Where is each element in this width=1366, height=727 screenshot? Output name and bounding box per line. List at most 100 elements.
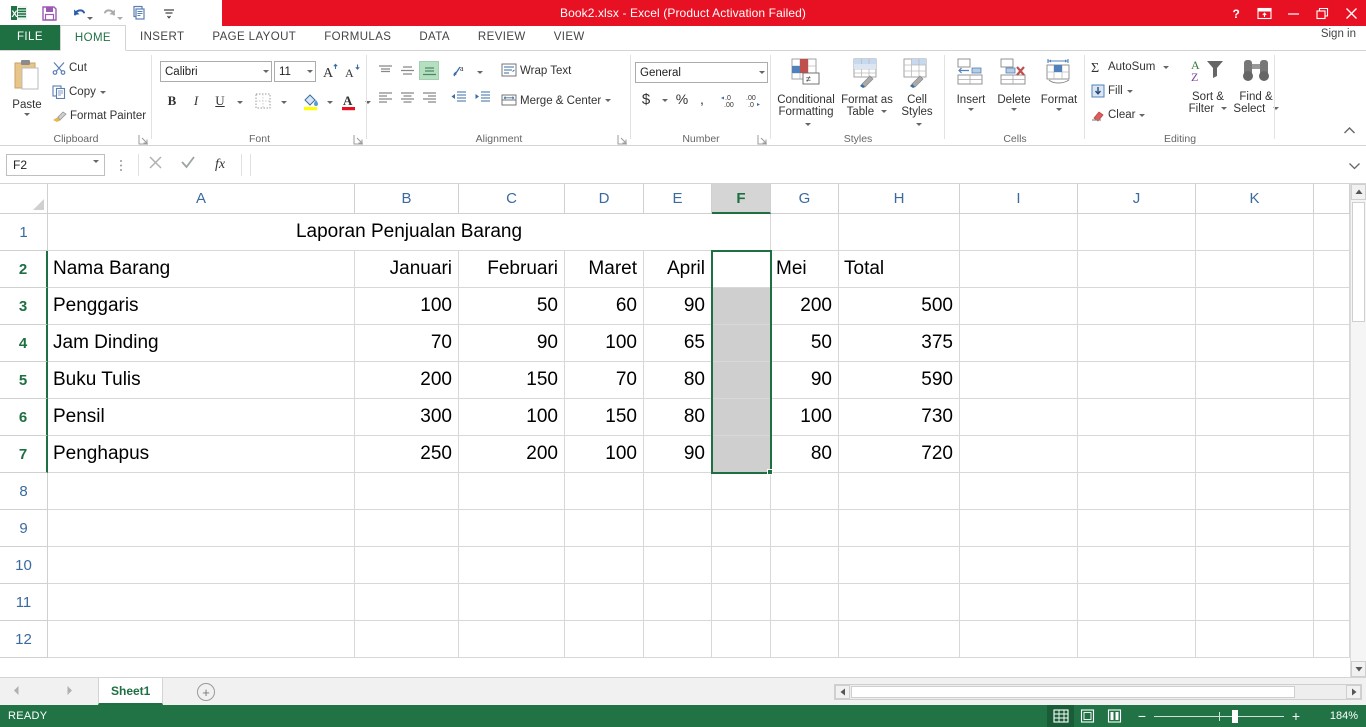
row-header-3[interactable]: 3: [0, 288, 48, 325]
cell-C7[interactable]: 200: [459, 436, 565, 473]
borders-button[interactable]: [252, 91, 274, 111]
wrap-text-button[interactable]: Wrap Text: [501, 63, 571, 78]
cell-E11[interactable]: [644, 584, 712, 621]
format-painter-button[interactable]: Format Painter: [52, 109, 146, 123]
sort-filter-caret[interactable]: [1221, 107, 1227, 110]
column-header-partial[interactable]: [1314, 184, 1350, 214]
cell-B5[interactable]: 200: [355, 362, 459, 399]
insert-function-icon[interactable]: fx: [214, 155, 232, 176]
cell-B8[interactable]: [355, 473, 459, 510]
cell-G5[interactable]: 90: [771, 362, 839, 399]
normal-view-button[interactable]: [1047, 705, 1074, 727]
cell-J2[interactable]: [1078, 251, 1196, 288]
cell-F9[interactable]: [712, 510, 771, 547]
quick-print-icon[interactable]: [124, 1, 154, 25]
cell-D3[interactable]: 60: [565, 288, 644, 325]
cell-L4[interactable]: [1314, 325, 1350, 362]
cell-L10[interactable]: [1314, 547, 1350, 584]
cell-E5[interactable]: 80: [644, 362, 712, 399]
align-left-button[interactable]: [375, 87, 395, 106]
row-header-2[interactable]: 2: [0, 251, 48, 288]
cell-J8[interactable]: [1078, 473, 1196, 510]
cell-B11[interactable]: [355, 584, 459, 621]
cell-F2[interactable]: [712, 251, 771, 288]
cell-H1[interactable]: [839, 214, 960, 251]
cell-F3[interactable]: [712, 288, 771, 325]
cell-F4[interactable]: [712, 325, 771, 362]
row-header-6[interactable]: 6: [0, 399, 48, 436]
row-header-11[interactable]: 11: [0, 584, 48, 621]
tab-page-layout[interactable]: PAGE LAYOUT: [198, 25, 310, 50]
tab-view[interactable]: VIEW: [540, 25, 599, 50]
tab-data[interactable]: DATA: [405, 25, 464, 50]
cell-H5[interactable]: 590: [839, 362, 960, 399]
cell-D10[interactable]: [565, 547, 644, 584]
cell-A4[interactable]: Jam Dinding: [48, 325, 355, 362]
fill-handle[interactable]: [767, 469, 773, 475]
cell-G12[interactable]: [771, 621, 839, 658]
scroll-up-icon[interactable]: [1351, 184, 1366, 200]
cell-B10[interactable]: [355, 547, 459, 584]
cell-L6[interactable]: [1314, 399, 1350, 436]
cell-I9[interactable]: [960, 510, 1078, 547]
borders-dropdown-caret[interactable]: [276, 96, 288, 108]
cell-E3[interactable]: 90: [644, 288, 712, 325]
cell-L2[interactable]: [1314, 251, 1350, 288]
cell-F5[interactable]: [712, 362, 771, 399]
font-color-button[interactable]: A: [338, 91, 360, 111]
cell-K2[interactable]: [1196, 251, 1314, 288]
page-layout-view-button[interactable]: [1074, 705, 1101, 727]
insert-cells-button[interactable]: Insert: [951, 58, 991, 111]
cell-B4[interactable]: 70: [355, 325, 459, 362]
name-box[interactable]: F2: [6, 154, 105, 176]
cell-I4[interactable]: [960, 325, 1078, 362]
align-center-button[interactable]: [397, 87, 417, 106]
cancel-formula-icon[interactable]: [148, 155, 163, 175]
cell-E10[interactable]: [644, 547, 712, 584]
paste-button[interactable]: Paste: [6, 59, 48, 116]
cell-L3[interactable]: [1314, 288, 1350, 325]
clear-caret[interactable]: [1139, 114, 1145, 117]
sort-filter-button[interactable]: AZ Sort & Filter: [1185, 58, 1231, 116]
cell-F10[interactable]: [712, 547, 771, 584]
column-header-I[interactable]: I: [960, 184, 1078, 214]
cell-K10[interactable]: [1196, 547, 1314, 584]
cell-E9[interactable]: [644, 510, 712, 547]
copy-button[interactable]: Copy: [52, 85, 106, 99]
cell-H3[interactable]: 500: [839, 288, 960, 325]
column-header-C[interactable]: C: [459, 184, 565, 214]
cell-B3[interactable]: 100: [355, 288, 459, 325]
cell-G4[interactable]: 50: [771, 325, 839, 362]
cell-A8[interactable]: [48, 473, 355, 510]
ribbon-display-options-button[interactable]: [1250, 0, 1279, 26]
cell-E8[interactable]: [644, 473, 712, 510]
enter-formula-icon[interactable]: [180, 155, 196, 175]
cell-A5[interactable]: Buku Tulis: [48, 362, 355, 399]
cell-I6[interactable]: [960, 399, 1078, 436]
currency-format-button[interactable]: $: [637, 89, 655, 109]
font-family-select[interactable]: Calibri: [160, 61, 272, 82]
cell-H10[interactable]: [839, 547, 960, 584]
autosum-caret[interactable]: [1163, 66, 1169, 69]
cell-D9[interactable]: [565, 510, 644, 547]
delete-cells-caret[interactable]: [1011, 108, 1017, 111]
cell-E2[interactable]: April: [644, 251, 712, 288]
number-format-select[interactable]: General: [635, 62, 768, 83]
cell-D6[interactable]: 150: [565, 399, 644, 436]
tab-insert[interactable]: INSERT: [126, 25, 198, 50]
cell-D4[interactable]: 100: [565, 325, 644, 362]
vertical-scrollbar[interactable]: [1350, 184, 1366, 677]
zoom-out-button[interactable]: −: [1134, 708, 1150, 724]
increase-decimal-button[interactable]: .0.00: [719, 89, 741, 109]
cell-C5[interactable]: 150: [459, 362, 565, 399]
cell-C6[interactable]: 100: [459, 399, 565, 436]
cell-I2[interactable]: [960, 251, 1078, 288]
cell-J9[interactable]: [1078, 510, 1196, 547]
cell-A10[interactable]: [48, 547, 355, 584]
select-all-button[interactable]: [0, 184, 48, 214]
cell-C3[interactable]: 50: [459, 288, 565, 325]
tab-review[interactable]: REVIEW: [464, 25, 540, 50]
cell-L1[interactable]: [1314, 214, 1350, 251]
clear-button[interactable]: Clear: [1091, 108, 1145, 122]
increase-indent-button[interactable]: [471, 87, 493, 106]
